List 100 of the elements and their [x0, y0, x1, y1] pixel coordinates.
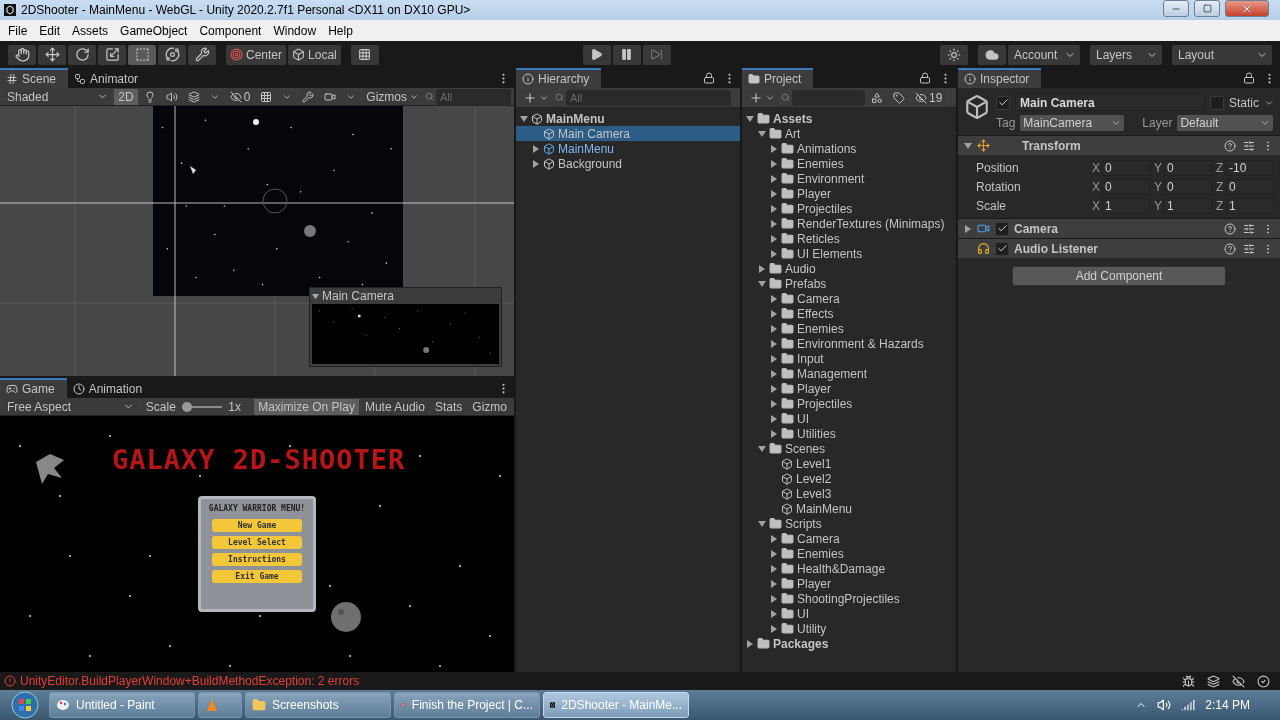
settings-button[interactable] — [940, 44, 968, 65]
panel-tab[interactable]: Game — [0, 378, 67, 398]
project-item[interactable]: RenderTextures (Minimaps) — [742, 216, 956, 231]
project-item[interactable]: Management — [742, 366, 956, 381]
project-item[interactable]: Camera — [742, 291, 956, 306]
game-menu-button[interactable]: Level Select — [212, 536, 302, 549]
project-item[interactable]: Audio — [742, 261, 956, 276]
project-item[interactable]: Packages — [742, 636, 956, 651]
space-button[interactable]: Local — [288, 44, 341, 65]
project-item[interactable]: Prefabs — [742, 276, 956, 291]
slider-thumb[interactable] — [181, 401, 192, 412]
project-item[interactable]: Scenes — [742, 441, 956, 456]
project-item[interactable]: Level2 — [742, 471, 956, 486]
y-field[interactable]: 0 — [1164, 178, 1212, 195]
add-component-button[interactable]: Add Component — [1012, 266, 1226, 286]
x-field[interactable]: 0 — [1102, 178, 1150, 195]
panel-tab[interactable]: Scene — [0, 68, 69, 88]
menu-item[interactable]: Window — [267, 23, 323, 38]
project-item[interactable]: MainMenu — [742, 501, 956, 516]
project-item[interactable]: Utilities — [742, 426, 956, 441]
enabled-checkbox[interactable] — [995, 241, 1009, 256]
menu-item[interactable]: Edit — [33, 23, 67, 38]
rect-tool-button[interactable] — [128, 44, 156, 65]
project-item[interactable]: Health&Damage — [742, 561, 956, 576]
transform-tool-button[interactable] — [158, 44, 186, 65]
hierarchy-item[interactable]: Main Camera — [516, 126, 740, 141]
panel-tab[interactable]: Hierarchy — [516, 68, 602, 88]
project-item[interactable]: Projectiles — [742, 396, 956, 411]
project-item[interactable]: Environment — [742, 171, 956, 186]
project-item[interactable]: Scripts — [742, 516, 956, 531]
game-menu-button[interactable]: Instructions — [212, 553, 302, 566]
x-field[interactable]: 0 — [1102, 159, 1150, 176]
caret-icon[interactable] — [746, 639, 754, 648]
x-field[interactable]: 1 — [1102, 197, 1150, 214]
move-tool-button[interactable] — [38, 44, 66, 65]
project-item[interactable]: UI — [742, 411, 956, 426]
project-item[interactable]: Art — [742, 126, 956, 141]
component-header[interactable]: Camera — [958, 218, 1280, 238]
snap-button[interactable] — [350, 44, 379, 65]
project-item[interactable]: Reticles — [742, 231, 956, 246]
menu-item[interactable]: Help — [322, 23, 359, 38]
layer-dropdown[interactable]: Default — [1177, 115, 1274, 131]
enabled-checkbox[interactable] — [995, 221, 1009, 236]
minimize-button[interactable] — [1163, 0, 1189, 17]
game-menu-button[interactable]: Exit Game — [212, 570, 302, 583]
project-item[interactable]: Environment & Hazards — [742, 336, 956, 351]
search-field[interactable]: All — [566, 89, 731, 106]
project-item[interactable]: Player — [742, 381, 956, 396]
layers-dropdown[interactable]: Layers — [1090, 44, 1162, 65]
pivot-button[interactable]: Center — [226, 44, 287, 65]
project-item[interactable]: Level3 — [742, 486, 956, 501]
search-field[interactable] — [792, 89, 865, 106]
project-item[interactable]: Utility — [742, 621, 956, 636]
hierarchy-item[interactable]: MainMenu — [516, 111, 740, 126]
project-item[interactable]: Player — [742, 186, 956, 201]
panel-tab[interactable]: Animator — [68, 68, 151, 88]
caret-icon[interactable] — [964, 224, 972, 233]
caret-icon[interactable] — [964, 141, 972, 150]
panel-tab[interactable]: Animation — [66, 378, 155, 398]
active-checkbox[interactable] — [996, 95, 1010, 110]
caret-icon[interactable] — [520, 114, 528, 123]
menu-item[interactable]: Assets — [66, 23, 115, 38]
name-field[interactable]: Main Camera — [1015, 94, 1205, 111]
panel-tab[interactable]: Inspector — [958, 68, 1042, 88]
project-item[interactable]: Effects — [742, 306, 956, 321]
menu-item[interactable]: Component — [193, 23, 268, 38]
maximize-button[interactable] — [1194, 0, 1220, 17]
rotate-tool-button[interactable] — [68, 44, 96, 65]
z-field[interactable]: 0 — [1226, 178, 1274, 195]
custom-tool-button[interactable] — [188, 44, 216, 65]
project-item[interactable]: Input — [742, 351, 956, 366]
z-field[interactable]: -10 — [1226, 159, 1274, 176]
y-field[interactable]: 0 — [1164, 159, 1212, 176]
y-field[interactable]: 1 — [1164, 197, 1212, 214]
project-item[interactable]: Projectiles — [742, 201, 956, 216]
project-item[interactable]: Enemies — [742, 546, 956, 561]
project-item[interactable]: Player — [742, 576, 956, 591]
static-checkbox[interactable] — [1210, 95, 1224, 110]
game-menu-button[interactable]: New Game — [212, 519, 302, 532]
project-item[interactable]: Enemies — [742, 321, 956, 336]
hand-tool-button[interactable] — [8, 44, 36, 65]
search-field[interactable]: All — [436, 88, 511, 105]
scale-tool-button[interactable] — [98, 44, 126, 65]
step-button[interactable] — [642, 44, 671, 65]
component-header[interactable]: Audio Listener — [958, 238, 1280, 258]
hierarchy-item[interactable]: MainMenu — [516, 141, 740, 156]
account-dropdown[interactable]: Account — [1008, 44, 1080, 65]
project-item[interactable]: Level1 — [742, 456, 956, 471]
2d-toggle[interactable]: 2D — [114, 88, 138, 105]
pause-button[interactable] — [612, 44, 641, 65]
panel-tab[interactable]: Project — [742, 68, 814, 88]
menu-item[interactable]: File — [2, 23, 34, 38]
project-item[interactable]: Camera — [742, 531, 956, 546]
play-button[interactable] — [582, 44, 611, 65]
layout-dropdown[interactable]: Layout — [1172, 44, 1272, 65]
project-item[interactable]: Assets — [742, 111, 956, 126]
component-header[interactable]: Transform — [958, 135, 1280, 155]
project-item[interactable]: UI — [742, 606, 956, 621]
project-item[interactable]: Animations — [742, 141, 956, 156]
close-button[interactable] — [1225, 0, 1269, 17]
